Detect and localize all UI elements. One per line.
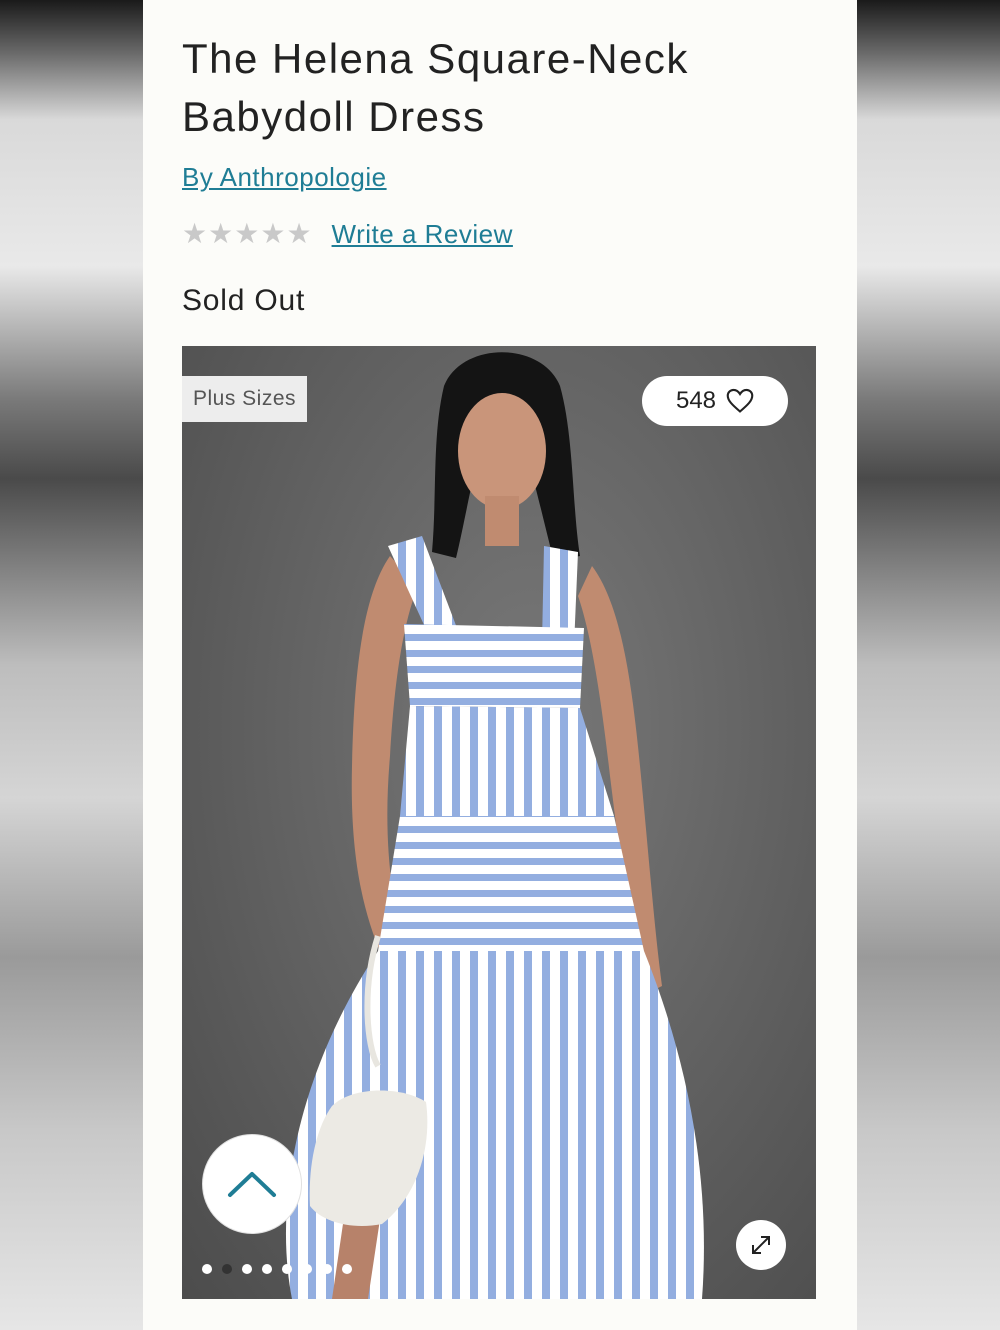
carousel-dot[interactable] (202, 1264, 212, 1274)
favorite-button[interactable]: 548 (642, 376, 788, 426)
product-panel: The Helena Square-Neck Babydoll Dress By… (143, 0, 857, 1330)
carousel-dot[interactable] (322, 1264, 332, 1274)
scroll-to-top-button[interactable] (202, 1134, 302, 1234)
chevron-up-icon (228, 1172, 276, 1197)
expand-arrows-icon (752, 1236, 770, 1254)
carousel-dot[interactable] (262, 1264, 272, 1274)
rating-row: ★ ★ ★ ★ ★ Write a Review (182, 218, 513, 250)
plus-sizes-badge: Plus Sizes (182, 376, 307, 422)
product-title: The Helena Square-Neck Babydoll Dress (182, 35, 689, 140)
carousel-dot[interactable] (302, 1264, 312, 1274)
carousel-dot-active[interactable] (222, 1264, 232, 1274)
carousel-pagination (202, 1264, 352, 1274)
expand-image-button[interactable] (736, 1220, 786, 1270)
brand-link[interactable]: By Anthropologie (182, 162, 387, 193)
carousel-dot[interactable] (282, 1264, 292, 1274)
availability-status: Sold Out (182, 284, 306, 317)
carousel-dot[interactable] (342, 1264, 352, 1274)
star-icon: ★ (182, 218, 208, 249)
product-image-carousel[interactable]: Plus Sizes 548 (182, 346, 816, 1299)
star-icon: ★ (286, 218, 312, 249)
star-icon: ★ (260, 218, 286, 249)
likes-count: 548 (675, 387, 717, 414)
heart-icon (726, 388, 754, 413)
star-icon: ★ (234, 218, 260, 249)
carousel-dot[interactable] (242, 1264, 252, 1274)
star-rating: ★ ★ ★ ★ ★ (182, 218, 312, 250)
write-review-link[interactable]: Write a Review (332, 219, 513, 250)
star-icon: ★ (208, 218, 234, 249)
